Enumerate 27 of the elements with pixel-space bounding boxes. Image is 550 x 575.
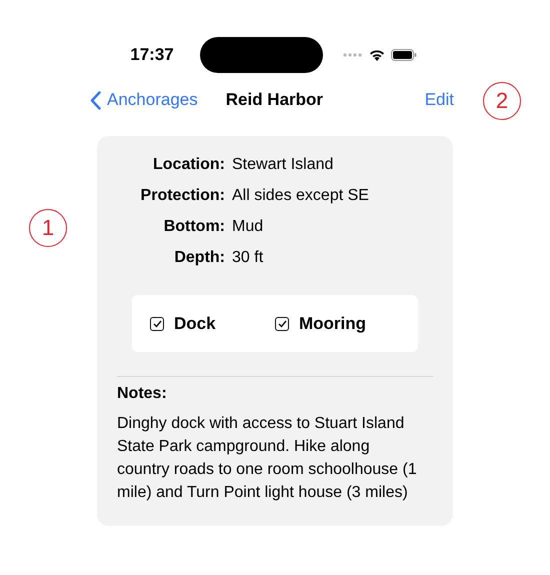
field-value: 30 ft [232, 248, 264, 268]
checkbox-label: Dock [174, 314, 216, 334]
edit-button[interactable]: Edit [424, 90, 454, 110]
notes-label: Notes: [117, 385, 168, 403]
field-label: Bottom: [162, 217, 225, 237]
signal-icon [343, 53, 363, 57]
notes-text: Dinghy dock with access to Stuart Island State Park campground. Hike along country roads to one room schoolhouse (1 mile) and Turn Point light house (3 miles) [117, 414, 418, 503]
checkmark-icon [152, 320, 162, 328]
back-label[interactable]: Anchorages [107, 90, 198, 110]
field-value: Stewart Island [232, 155, 334, 175]
field-label: Depth: [173, 248, 225, 268]
field-label: Location: [152, 155, 225, 175]
checkbox[interactable] [150, 316, 164, 330]
field-label: Protection: [140, 186, 225, 206]
checkmark-icon [278, 320, 286, 328]
chevron-left-icon [90, 90, 101, 110]
checkbox-label: Mooring [299, 314, 366, 334]
callout-number: 2 [483, 82, 521, 120]
wifi-icon [369, 49, 385, 61]
checkbox[interactable] [275, 316, 289, 330]
status-time: 17:37 [129, 45, 175, 65]
field-value: All sides except SE [232, 186, 370, 206]
nav-title: Reid Harbor [226, 90, 324, 110]
back-button[interactable]: Anchorages [90, 90, 198, 110]
callout-number: 1 [29, 209, 67, 247]
battery-icon [391, 49, 417, 61]
field-value: Mud [232, 217, 264, 237]
